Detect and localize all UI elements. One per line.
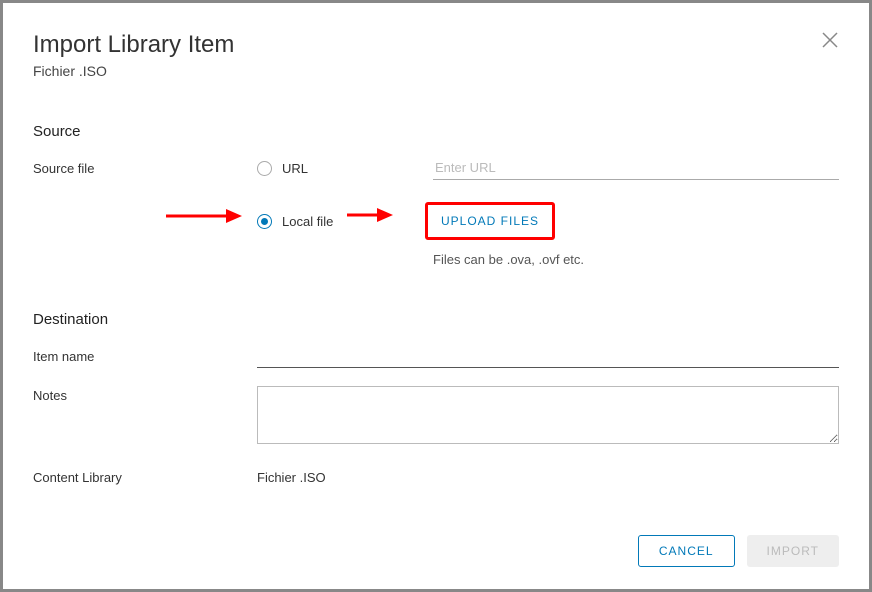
radio-url[interactable] bbox=[257, 161, 272, 176]
source-heading: Source bbox=[33, 123, 839, 140]
source-local-row: Local file UPLOAD FILES bbox=[33, 208, 839, 234]
url-option[interactable]: URL bbox=[257, 161, 433, 176]
notes-label: Notes bbox=[33, 386, 257, 403]
cancel-button[interactable]: CANCEL bbox=[638, 535, 735, 567]
source-url-row: Source file URL bbox=[33, 156, 839, 180]
local-file-option[interactable]: Local file bbox=[257, 214, 433, 229]
item-name-input[interactable] bbox=[257, 344, 839, 368]
content-library-row: Content Library Fichier .ISO bbox=[33, 470, 839, 485]
destination-heading: Destination bbox=[33, 311, 839, 328]
upload-files-wrap: UPLOAD FILES bbox=[433, 208, 547, 234]
content-library-label: Content Library bbox=[33, 470, 257, 485]
header-titles: Import Library Item Fichier .ISO bbox=[33, 31, 234, 79]
dialog-title: Import Library Item bbox=[33, 31, 234, 59]
source-file-label: Source file bbox=[33, 161, 257, 176]
notes-row: Notes bbox=[33, 386, 839, 444]
close-icon[interactable] bbox=[821, 31, 839, 49]
upload-files-button[interactable]: UPLOAD FILES bbox=[433, 208, 547, 234]
content-library-value: Fichier .ISO bbox=[257, 470, 326, 485]
dialog-subtitle: Fichier .ISO bbox=[33, 63, 234, 79]
import-button: IMPORT bbox=[747, 535, 839, 567]
notes-textarea[interactable] bbox=[257, 386, 839, 444]
item-name-row: Item name bbox=[33, 344, 839, 368]
import-library-item-dialog: Import Library Item Fichier .ISO Source … bbox=[3, 3, 869, 589]
item-name-label: Item name bbox=[33, 349, 257, 364]
radio-url-label: URL bbox=[282, 161, 308, 176]
radio-local-file[interactable] bbox=[257, 214, 272, 229]
url-input[interactable] bbox=[433, 156, 839, 180]
radio-local-file-label: Local file bbox=[282, 214, 333, 229]
upload-hint-text: Files can be .ova, .ovf etc. bbox=[433, 252, 839, 267]
dialog-header: Import Library Item Fichier .ISO bbox=[33, 31, 839, 79]
dialog-footer: CANCEL IMPORT bbox=[638, 535, 839, 567]
